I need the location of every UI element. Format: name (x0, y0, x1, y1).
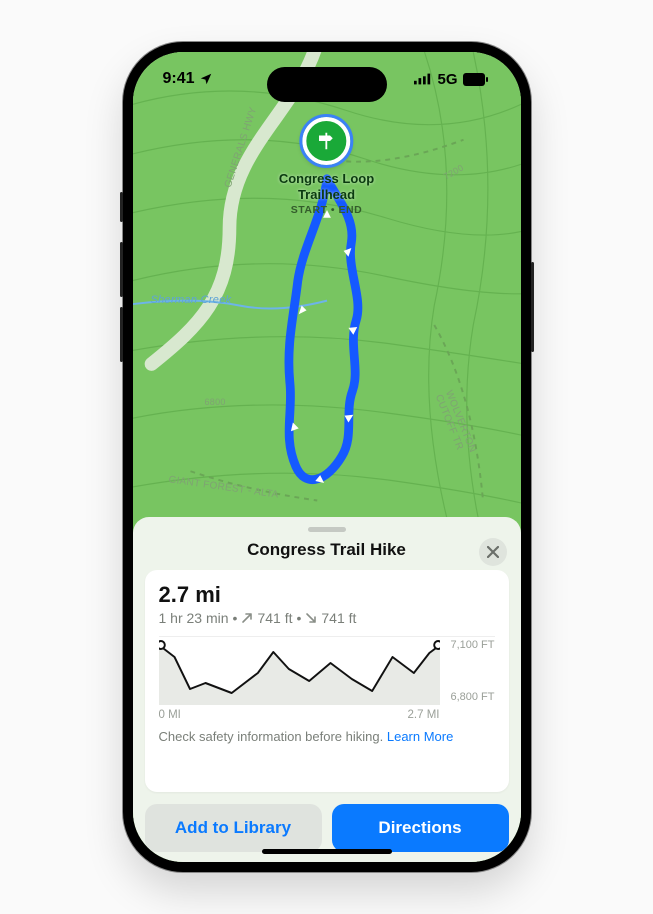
x-start: 0 MI (159, 709, 181, 721)
pin-circle (303, 117, 351, 165)
directions-button[interactable]: Directions (332, 804, 509, 852)
cellular-icon (414, 73, 432, 85)
card-header: Congress Trail Hike (145, 540, 509, 560)
home-indicator[interactable] (262, 849, 392, 854)
side-button (120, 192, 123, 222)
distance-value: 2.7 mi (159, 582, 495, 608)
descent-icon (305, 612, 317, 624)
sub-stats: 1 hr 23 min • 741 ft • 741 ft (159, 610, 495, 626)
elevation-chart: 7,100 FT 6,800 FT (159, 636, 495, 705)
trailhead-pin[interactable]: Congress Loop Trailhead START • END (279, 117, 374, 216)
add-to-library-button[interactable]: Add to Library (145, 804, 322, 852)
signpost-icon (316, 130, 338, 152)
sheet-grabber[interactable] (308, 527, 346, 532)
close-button[interactable] (479, 538, 507, 566)
card-title: Congress Trail Hike (247, 540, 406, 560)
location-icon (199, 72, 213, 86)
network-label: 5G (437, 71, 457, 88)
elev-bottom-label: 6,800 FT (450, 691, 494, 703)
safety-text: Check safety information before hiking. (159, 729, 384, 744)
phone-frame: 9:41 5G (123, 42, 531, 872)
safety-info: Check safety information before hiking. … (159, 729, 495, 744)
map-creek-label: Sherman Creek (151, 294, 232, 306)
screen: 9:41 5G (133, 52, 521, 862)
button-row: Add to Library Directions (145, 804, 509, 852)
info-sheet[interactable]: Congress Trail Hike 2.7 mi 1 hr 23 min •… (133, 517, 521, 862)
ascent-value: 741 ft (257, 610, 292, 626)
ascent-icon (241, 612, 253, 624)
status-time: 9:41 (163, 70, 195, 88)
duration: 1 hr 23 min (159, 610, 229, 626)
descent-value: 741 ft (321, 610, 356, 626)
contour-6800: 6800 (205, 397, 226, 407)
elevation-svg (159, 637, 440, 705)
stats-card: 2.7 mi 1 hr 23 min • 741 ft • 741 ft 7,1… (145, 570, 509, 792)
power-button (531, 262, 534, 352)
pin-title: Congress Loop Trailhead (279, 171, 374, 202)
dynamic-island (267, 67, 387, 102)
close-icon (487, 546, 499, 558)
elev-top-label: 7,100 FT (450, 639, 494, 651)
x-end: 2.7 MI (408, 709, 440, 721)
battery-icon (463, 73, 489, 86)
pin-subtitle: START • END (291, 204, 362, 216)
volume-up (120, 242, 123, 297)
volume-down (120, 307, 123, 362)
elev-x-axis: 0 MI 2.7 MI (159, 709, 495, 721)
learn-more-link[interactable]: Learn More (387, 729, 453, 744)
